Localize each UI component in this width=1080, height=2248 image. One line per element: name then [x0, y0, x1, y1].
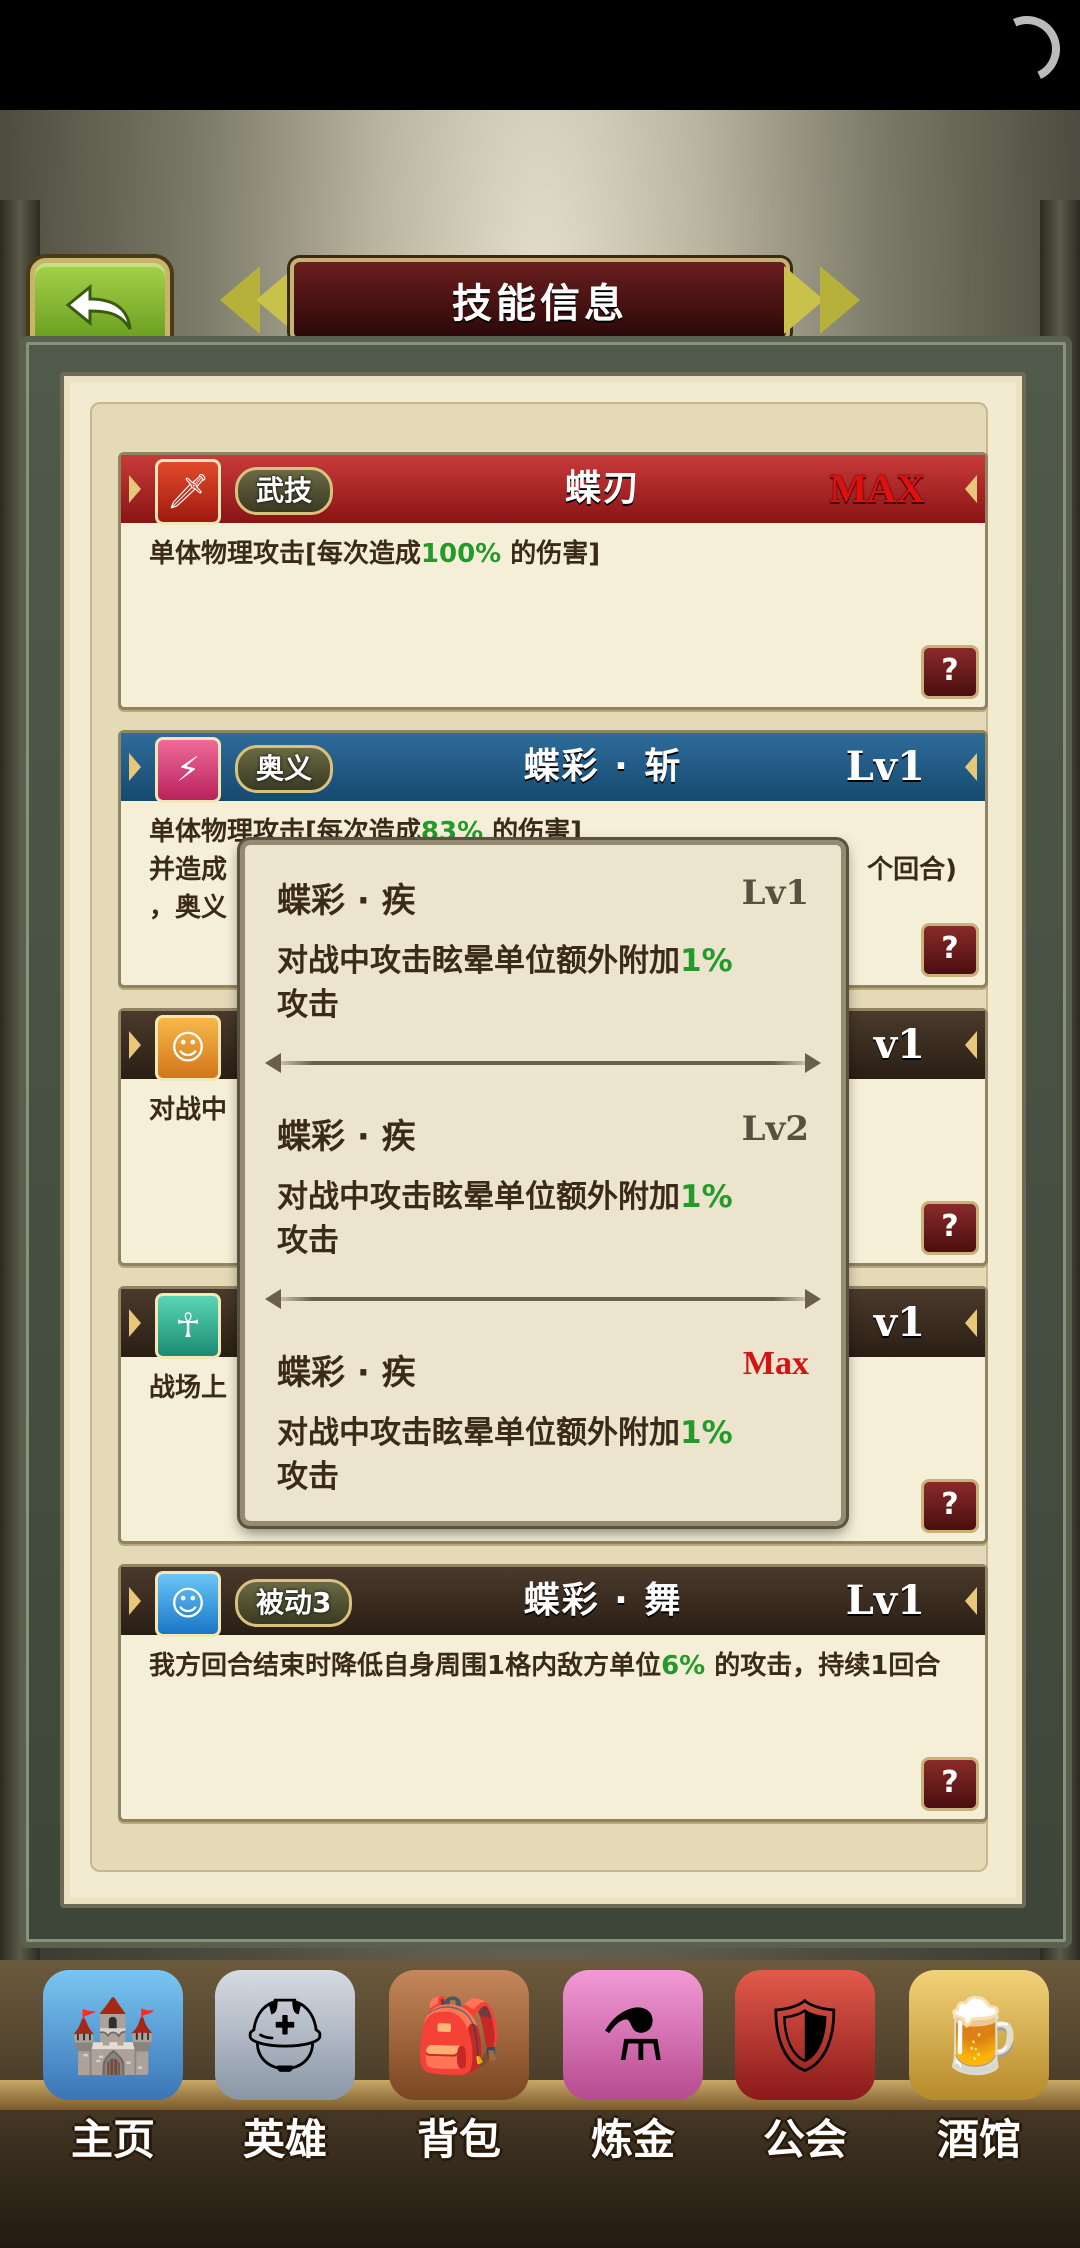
skill-name: 蝶刃 [564, 468, 641, 509]
skill-level: MAX [829, 466, 925, 511]
triangle-right-icon [965, 1587, 977, 1615]
popup-skill-name: 蝶彩 · 疾 [277, 881, 416, 921]
triangle-left-icon [129, 1031, 141, 1059]
nav-label: 炼金 [590, 2115, 675, 2164]
nav-label: 酒馆 [936, 2115, 1021, 2164]
triangle-left-icon [129, 1587, 141, 1615]
nav-label: 公会 [762, 2115, 847, 2164]
aura-icon: ☥ [155, 1293, 221, 1359]
potion-icon: ⚗ [563, 1970, 703, 2100]
skill-card-5[interactable]: ☺ 被动3 蝶彩 · 舞 Lv1 我方回合结束时降低自身周围1格内敌方单位6% … [118, 1564, 988, 1822]
triangle-right-icon [965, 1309, 977, 1337]
nav-label: 英雄 [242, 2115, 327, 2164]
castle-icon: 🏰 [43, 1970, 183, 2100]
help-button[interactable]: ? [921, 645, 979, 699]
nav-label: 主页 [70, 2115, 155, 2164]
skill-card-header: 🗡 武技 蝶刃 MAX [121, 455, 985, 525]
help-button[interactable]: ? [921, 1757, 979, 1811]
sparkle-person-icon: ☺ [155, 1571, 221, 1637]
skill-level-popup[interactable]: 蝶彩 · 疾 Lv1 对战中攻击眩晕单位额外附加1% 攻击 蝶彩 · 疾 Lv2 … [240, 840, 846, 1526]
skill-card-header: ☺ 被动3 蝶彩 · 舞 Lv1 [121, 1567, 985, 1637]
popup-skill-level: Max [742, 1345, 809, 1382]
skill-level: Lv1 [845, 743, 925, 790]
popup-skill-name: 蝶彩 · 疾 [277, 1117, 416, 1157]
skill-card-1[interactable]: 🗡 武技 蝶刃 MAX 单体物理攻击[每次造成100% 的伤害] ? [118, 452, 988, 710]
sword-icon: 🗡 [155, 459, 221, 525]
bottom-navigation: 🏰 主页 ⛑ 英雄 🎒 背包 ⚗ 炼金 🛡 公会 🍺 酒馆 [0, 1960, 1080, 2248]
undo-arrow-icon [65, 283, 132, 330]
nav-item-tavern[interactable]: 🍺 酒馆 [894, 1970, 1064, 2180]
skill-card-header: ⚡ 奥义 蝶彩 · 斩 Lv1 [121, 733, 985, 803]
triangle-right-icon [965, 1031, 977, 1059]
page-title: 技能信息 [452, 281, 628, 327]
nav-item-alchemy[interactable]: ⚗ 炼金 [548, 1970, 718, 2180]
triangle-left-icon [129, 753, 141, 781]
triangle-right-icon [965, 753, 977, 781]
help-button[interactable]: ? [921, 1479, 979, 1533]
chevron-left-icon [220, 266, 260, 334]
skill-description: 单体物理攻击[每次造成100% 的伤害] [149, 539, 601, 569]
skill-level: v1 [873, 1299, 925, 1346]
popup-skill-description: 对战中攻击眩晕单位额外附加1% 攻击 [277, 1415, 733, 1495]
skill-tag: 奥义 [235, 745, 334, 793]
helmet-icon: ⛑ [215, 1970, 355, 2100]
nav-label: 背包 [416, 2115, 501, 2164]
triangle-left-icon [129, 475, 141, 503]
nav-item-home[interactable]: 🏰 主页 [28, 1970, 198, 2180]
chevron-right-icon [820, 266, 860, 334]
shield-icon: 🛡 [735, 1970, 875, 2100]
popup-skill-description: 对战中攻击眩晕单位额外附加1% 攻击 [277, 943, 733, 1023]
skill-name: 蝶彩 · 舞 [523, 1580, 683, 1621]
skill-name: 蝶彩 · 斩 [523, 746, 683, 787]
skill-tag: 被动3 [235, 1579, 353, 1627]
chevron-right-icon [784, 266, 824, 334]
skill-tag: 武技 [235, 467, 334, 515]
popup-skill-level: Lv1 [741, 873, 809, 913]
beer-mug-icon: 🍺 [909, 1970, 1049, 2100]
rotate-icon[interactable] [984, 6, 1070, 92]
popup-divider [265, 1289, 821, 1309]
triangle-right-icon [965, 475, 977, 503]
skill-description: 我方回合结束时降低自身周围1格内敌方单位6% 的攻击，持续1回合 [149, 1651, 941, 1681]
nav-item-guild[interactable]: 🛡 公会 [720, 1970, 890, 2180]
nav-item-backpack[interactable]: 🎒 背包 [374, 1970, 544, 2180]
nav-item-heroes[interactable]: ⛑ 英雄 [200, 1970, 370, 2180]
popup-skill-name: 蝶彩 · 疾 [277, 1353, 416, 1393]
popup-skill-level: Lv2 [741, 1109, 809, 1149]
title-banner: 技能信息 [200, 258, 880, 342]
skill-level: Lv1 [845, 1577, 925, 1624]
person-icon: ☺ [155, 1015, 221, 1081]
popup-skill-description: 对战中攻击眩晕单位额外附加1% 攻击 [277, 1179, 733, 1259]
backpack-icon: 🎒 [389, 1970, 529, 2100]
popup-divider [265, 1053, 821, 1073]
slash-icon: ⚡ [155, 737, 221, 803]
skill-level: v1 [873, 1021, 925, 1068]
triangle-left-icon [129, 1309, 141, 1337]
help-button[interactable]: ? [921, 1201, 979, 1255]
help-button[interactable]: ? [921, 923, 979, 977]
